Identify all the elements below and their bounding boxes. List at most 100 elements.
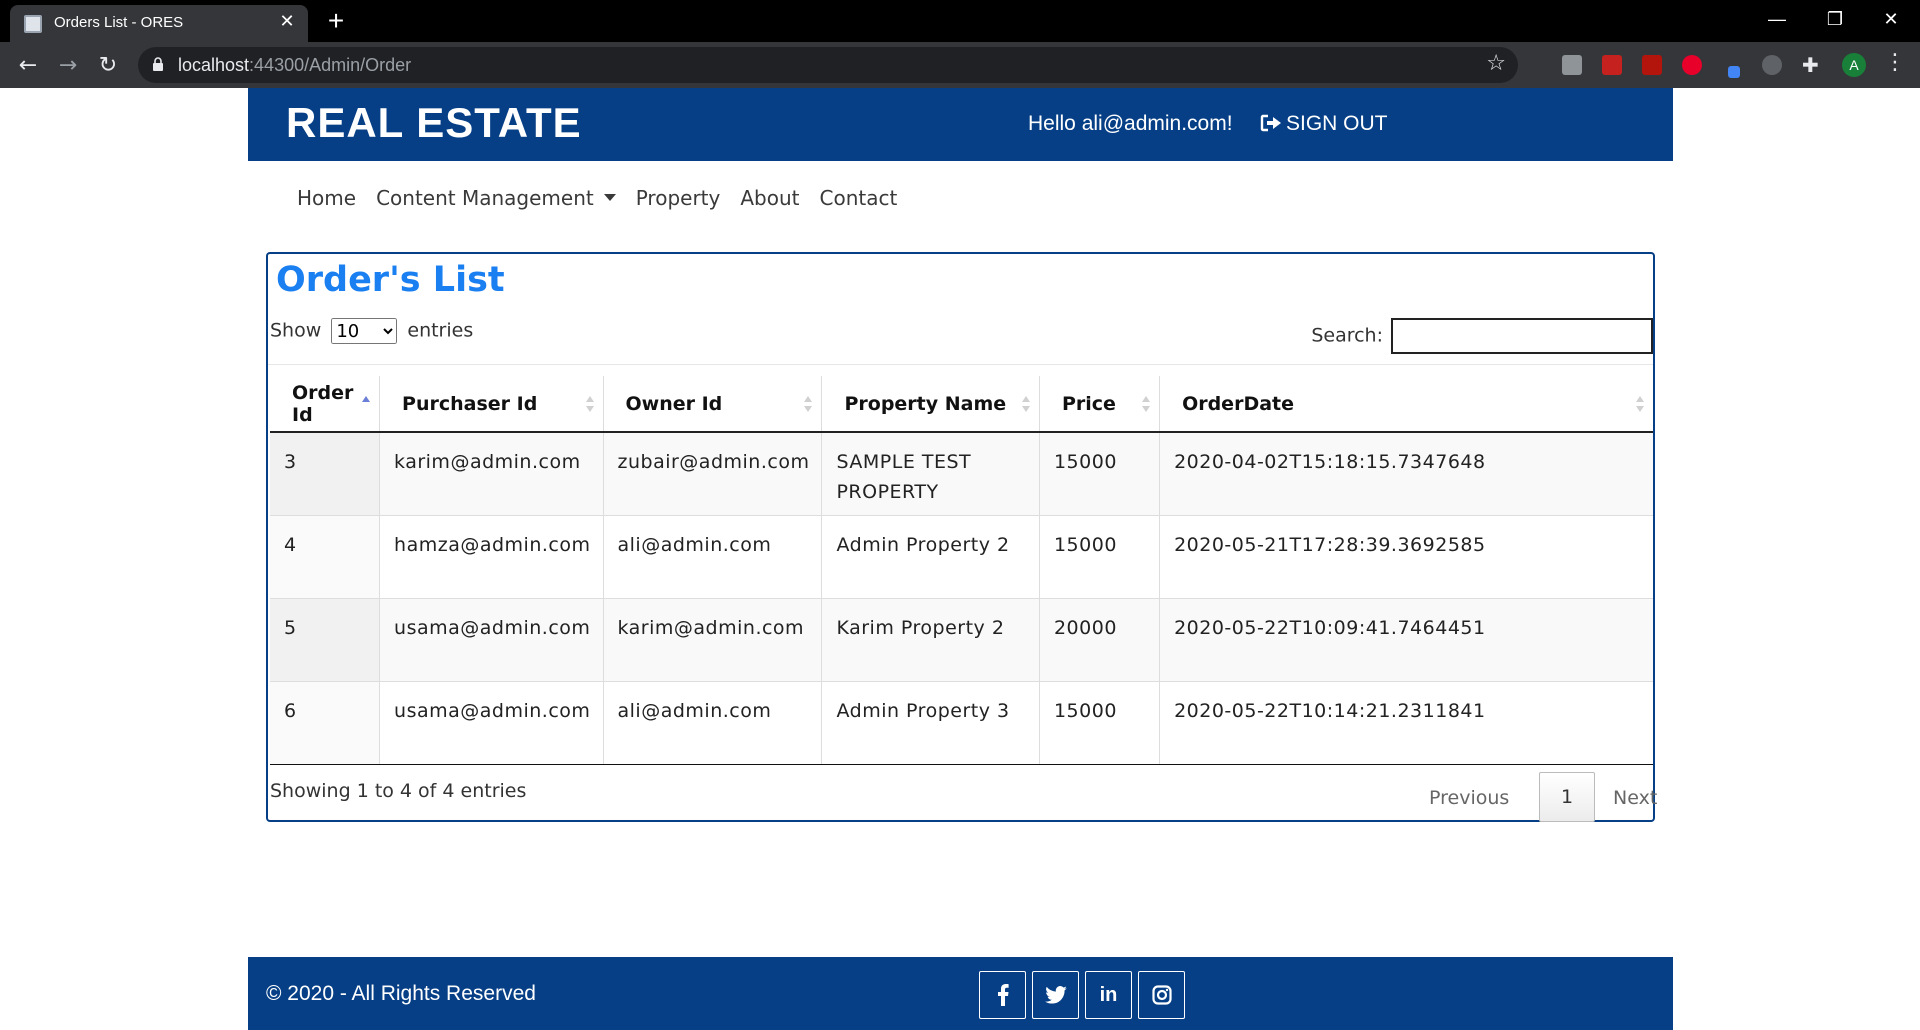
nav-about[interactable]: About	[740, 183, 799, 213]
twitter-button[interactable]	[1032, 971, 1079, 1019]
page-favicon-icon	[24, 15, 42, 33]
page-length-control: Show 102550100 entries	[270, 318, 473, 344]
site-brand[interactable]: REAL ESTATE	[286, 99, 582, 147]
sign-out-button[interactable]: SIGN OUT	[1260, 112, 1388, 136]
linkedin-button[interactable]: in	[1085, 971, 1132, 1019]
browser-tab[interactable]: Orders List - ORES ✕	[10, 5, 308, 42]
column-header[interactable]: Purchaser Id	[379, 376, 604, 433]
browser-toolbar: ← → ↻ localhost:44300/Admin/Order ☆	[0, 42, 1920, 88]
tab-title: Orders List - ORES	[54, 14, 184, 31]
table-cell: 15000	[1039, 515, 1161, 599]
orders-table: Order Id Purchaser Id Owner Id Property Nam…	[270, 376, 1653, 765]
previous-page-button[interactable]: Previous	[1429, 778, 1509, 818]
browser-menu-icon[interactable]: ⋮	[1884, 50, 1906, 75]
column-header[interactable]: Order Id	[270, 376, 381, 433]
table-cell: Admin Property 2	[821, 515, 1040, 599]
orders-panel: Order's List Show 102550100 entries Sear…	[266, 252, 1657, 822]
sort-icon	[1021, 396, 1030, 412]
dropdown-caret-icon	[603, 194, 616, 201]
table-row[interactable]: 3 karim@admin.com zubair@admin.com SAMPLE T…	[270, 432, 1653, 516]
instagram-button[interactable]	[1138, 971, 1185, 1019]
address-bar[interactable]: localhost:44300/Admin/Order ☆	[138, 47, 1518, 83]
back-arrow-icon[interactable]: ←	[12, 50, 44, 82]
entries-label: entries	[407, 319, 474, 342]
table-cell: Karim Property 2	[821, 598, 1040, 682]
new-tab-button[interactable]: +	[320, 6, 352, 36]
social-links: in	[979, 971, 1185, 1019]
sign-out-label: SIGN OUT	[1286, 112, 1388, 135]
nav-content-management[interactable]: Content Management	[376, 183, 616, 213]
sign-out-icon	[1260, 114, 1281, 132]
profile-avatar[interactable]: A	[1842, 53, 1866, 77]
user-greeting[interactable]: Hello ali@admin.com!	[1028, 112, 1233, 136]
column-header-label: Purchaser Id	[402, 392, 538, 415]
extension-red-icon[interactable]	[1602, 55, 1622, 75]
table-cell: 15000	[1039, 681, 1161, 765]
table-cell: 2020-05-22T10:09:41.7464451	[1159, 598, 1653, 682]
table-cell: 3	[270, 432, 381, 516]
column-header[interactable]: OrderDate	[1159, 376, 1653, 433]
facebook-icon	[997, 984, 1009, 1006]
acrobat-icon[interactable]	[1642, 55, 1662, 75]
show-label: Show	[270, 319, 322, 342]
extension-red-circle-icon[interactable]	[1682, 55, 1702, 75]
table-body: 3 karim@admin.com zubair@admin.com SAMPLE T…	[270, 432, 1653, 765]
table-cell: hamza@admin.com	[379, 515, 604, 599]
url-text: localhost:44300/Admin/Order	[178, 55, 412, 75]
nav-contact[interactable]: Contact	[820, 183, 898, 213]
sort-icon	[1636, 396, 1644, 412]
table-cell: karim@admin.com	[379, 432, 604, 516]
table-cell: 20000	[1039, 598, 1161, 682]
nav-property[interactable]: Property	[636, 183, 721, 213]
table-cell: usama@admin.com	[379, 598, 604, 682]
table-cell: zubair@admin.com	[603, 432, 823, 516]
facebook-button[interactable]	[979, 971, 1026, 1019]
tab-close-icon[interactable]: ✕	[276, 11, 298, 33]
page-length-select[interactable]: 102550100	[331, 318, 398, 344]
column-header-label: OrderDate	[1182, 392, 1295, 415]
search-label: Search:	[1311, 324, 1383, 347]
window-minimize-button[interactable]: —	[1748, 0, 1806, 38]
table-cell: ali@admin.com	[603, 681, 823, 765]
extension-wu-icon[interactable]	[1762, 55, 1782, 75]
table-row[interactable]: 4 hamza@admin.com ali@admin.com Admin Prope…	[270, 515, 1653, 599]
table-cell: 2020-05-22T10:14:21.2311841	[1159, 681, 1653, 765]
table-row[interactable]: 6 usama@admin.com ali@admin.com Admin Prope…	[270, 681, 1653, 765]
column-header-label: Order Id	[292, 381, 354, 426]
table-cell: usama@admin.com	[379, 681, 604, 765]
extension-pen-icon[interactable]	[1728, 66, 1740, 78]
window-close-button[interactable]: ✕	[1862, 0, 1920, 38]
table-cell: 15000	[1039, 432, 1161, 516]
next-page-button[interactable]: Next	[1613, 778, 1657, 818]
current-page-button[interactable]: 1	[1539, 772, 1595, 822]
column-header[interactable]: Property Name	[821, 376, 1040, 433]
lock-icon	[153, 57, 163, 71]
table-row[interactable]: 5 usama@admin.com karim@admin.com Karim Pro…	[270, 598, 1653, 682]
column-header[interactable]: Owner Id	[603, 376, 823, 433]
site-footer: © 2020 - All Rights Reserved in	[248, 957, 1673, 1030]
nav-content-management-label: Content Management	[376, 186, 594, 210]
column-header-label: Owner Id	[625, 392, 723, 415]
window-restore-button[interactable]: ❐	[1806, 0, 1864, 38]
column-header-label: Price	[1061, 392, 1116, 415]
instagram-icon	[1151, 985, 1172, 1005]
page-title: Order's List	[276, 260, 505, 300]
table-cell: 2020-04-02T15:18:15.7347648	[1159, 432, 1653, 516]
table-cell: Admin Property 3	[821, 681, 1040, 765]
reload-icon[interactable]: ↻	[92, 50, 124, 82]
search-input[interactable]	[1391, 318, 1653, 354]
main-nav: Home Content Management Property About C…	[297, 183, 917, 213]
sort-icon	[1142, 396, 1151, 412]
table-cell: ali@admin.com	[603, 515, 823, 599]
extensions-puzzle-icon[interactable]: ✚	[1802, 55, 1822, 75]
column-header-label: Property Name	[844, 392, 1007, 415]
site-header: REAL ESTATE Hello ali@admin.com! SIGN OU…	[248, 88, 1673, 161]
nav-home[interactable]: Home	[297, 183, 356, 213]
table-cell: karim@admin.com	[603, 598, 823, 682]
browser-tab-bar: Orders List - ORES ✕ + — ❐ ✕	[0, 0, 1920, 42]
bookmark-star-icon[interactable]: ☆	[1486, 51, 1506, 76]
column-header[interactable]: Price	[1039, 376, 1161, 433]
table-cell: SAMPLE TEST PROPERTY	[821, 432, 1040, 516]
extension-grey-icon[interactable]	[1562, 55, 1582, 75]
forward-arrow-icon[interactable]: →	[52, 50, 84, 82]
